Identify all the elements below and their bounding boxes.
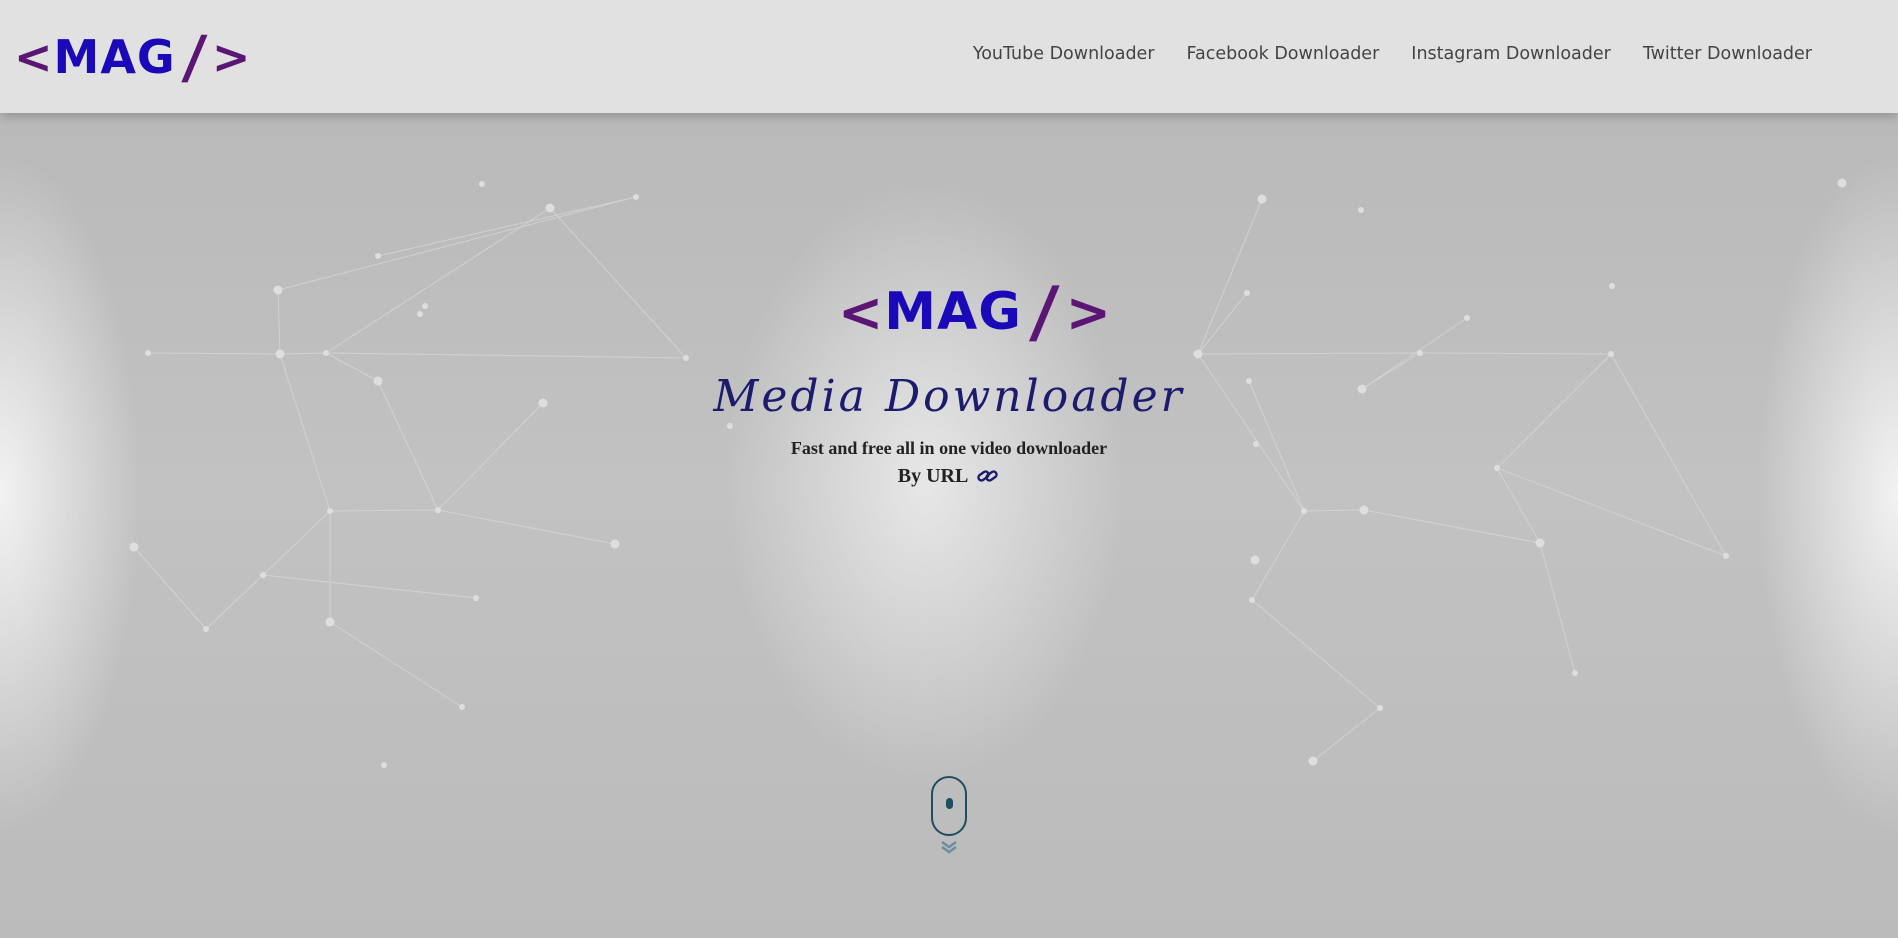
hero-section: < MAG / > Media Downloader Fast and free… [0,113,1898,938]
link-icon [976,467,1000,491]
hero-subtitle: Fast and free all in one video downloade… [790,438,1108,458]
chevron-down-icon [941,840,957,854]
by-url-line: By URL [0,465,1898,491]
main-nav: YouTube Downloader Facebook Downloader I… [973,44,1812,64]
logo-slash: / [180,23,210,91]
hero-logo-left-bracket: < [838,280,885,344]
nav-twitter-downloader[interactable]: Twitter Downloader [1643,44,1812,64]
hero-logo-text: MAG [884,282,1022,342]
logo-left-bracket: < [14,30,54,84]
nav-facebook-downloader[interactable]: Facebook Downloader [1187,44,1380,64]
mouse-scroll-icon [931,776,967,836]
by-url-label: By URL [897,465,968,487]
hero-logo: < MAG / > [838,273,1113,352]
logo-right-bracket: > [211,30,252,84]
nav-youtube-downloader[interactable]: YouTube Downloader [973,44,1155,64]
logo-text: MAG [53,30,176,84]
hero-logo-slash: / [1027,272,1062,352]
nav-instagram-downloader[interactable]: Instagram Downloader [1411,44,1611,64]
hero-title: Media Downloader [713,371,1185,422]
mouse-wheel [946,798,953,809]
scroll-down-indicator[interactable] [931,776,967,856]
header-logo[interactable]: < MAG / > [14,23,252,91]
hero-logo-right-bracket: > [1065,280,1113,344]
site-header: < MAG / > YouTube Downloader Facebook Do… [0,0,1898,113]
